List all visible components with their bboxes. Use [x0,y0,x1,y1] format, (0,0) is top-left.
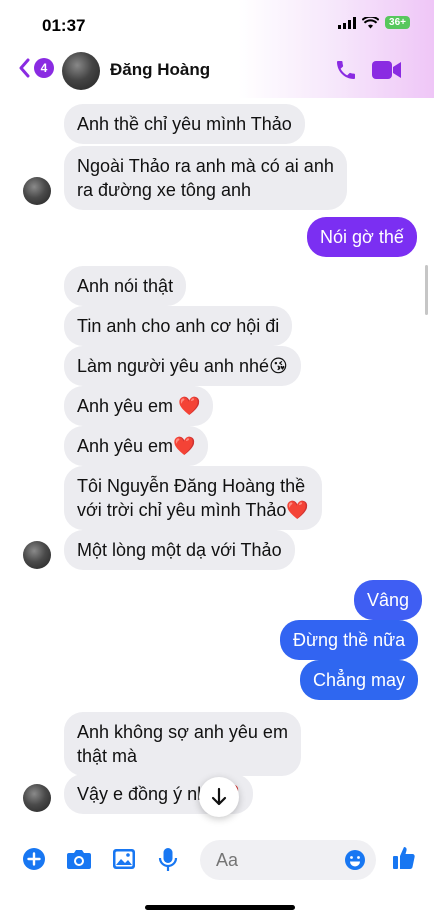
camera-icon[interactable] [66,847,92,871]
message-bubble-incoming[interactable]: Anh nói thật [64,266,187,306]
plus-circle-icon[interactable] [22,847,46,871]
message-bubble-incoming[interactable]: Một lòng một dạ với Thảo [64,530,295,570]
contact-avatar[interactable] [62,52,100,90]
phone-icon[interactable] [334,58,358,82]
chat-header: 01:37 36+ 4 Đăng Hoàng [0,0,434,98]
message-bubble-incoming[interactable]: Làm người yêu anh nhé😘 [64,346,301,386]
contact-name[interactable]: Đăng Hoàng [110,60,210,80]
status-time: 01:37 [42,16,86,35]
scroll-to-bottom-button[interactable] [199,777,239,817]
signal-icon [338,16,357,29]
image-icon[interactable] [112,847,136,871]
sender-avatar[interactable] [23,177,51,205]
message-bubble-incoming[interactable]: Tôi Nguyễn Đăng Hoàng thề với trời chỉ y… [64,466,322,530]
microphone-icon[interactable] [158,847,178,873]
message-bubble-outgoing[interactable]: Chẳng may [300,660,419,700]
thumbs-up-icon[interactable] [392,845,416,871]
message-bubble-outgoing[interactable]: Nói gờ thế [307,217,417,257]
sender-avatar[interactable] [23,784,51,812]
back-button[interactable]: 4 [18,58,54,78]
chevron-left-icon [19,58,30,78]
status-icons: 36+ [338,16,410,29]
composer-toolbar [0,835,434,885]
message-bubble-outgoing[interactable]: Đừng thề nữa [280,620,419,660]
battery-indicator: 36+ [385,16,410,29]
sender-avatar[interactable] [23,541,51,569]
scrollbar[interactable] [425,265,428,315]
message-bubble-outgoing[interactable]: Vâng [354,580,422,620]
wifi-icon [362,16,380,28]
home-indicator [145,905,295,910]
message-bubble-incoming[interactable]: Tin anh cho anh cơ hội đi [64,306,293,346]
arrow-down-icon [211,787,227,806]
message-bubble-incoming[interactable]: Anh không sợ anh yêu em thật mà [64,712,301,776]
message-input[interactable] [216,849,336,871]
message-bubble-incoming[interactable]: Anh yêu em ❤️ [64,386,214,426]
video-camera-icon[interactable] [372,60,402,80]
message-input-container[interactable] [200,840,376,880]
message-bubble-incoming[interactable]: Anh yêu em❤️ [64,426,209,466]
unread-count-badge: 4 [34,58,54,78]
message-bubble-incoming[interactable]: Anh thề chỉ yêu mình Thảo [64,104,305,144]
message-bubble-incoming[interactable]: Ngoài Thảo ra anh mà có ai anh ra đường … [64,146,347,210]
smiley-icon[interactable] [344,849,366,871]
